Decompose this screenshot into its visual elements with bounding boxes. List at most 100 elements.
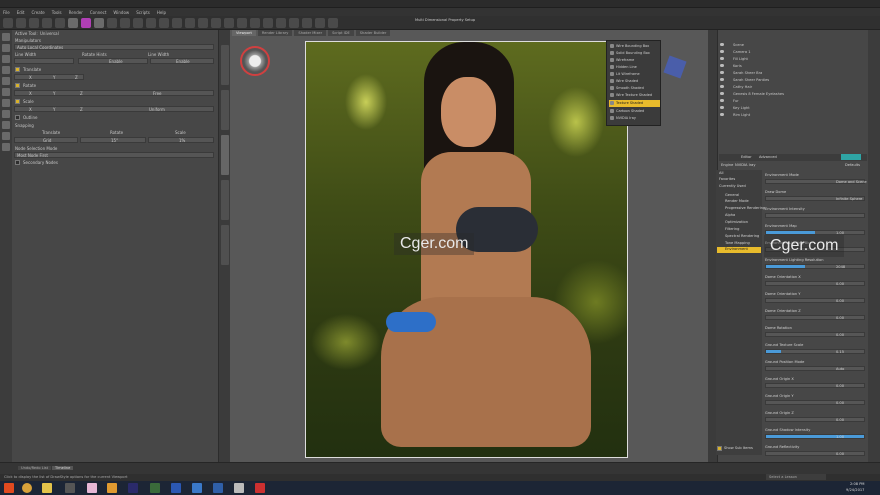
side-tab-5[interactable] xyxy=(221,225,229,265)
camera-icon[interactable] xyxy=(276,17,286,28)
universal-icon[interactable] xyxy=(2,33,10,41)
marvelous-icon[interactable] xyxy=(107,483,117,493)
category-item[interactable]: Currently Used xyxy=(719,184,746,188)
render-property-slider[interactable]: 0.00 xyxy=(765,417,865,422)
enable-toggle-1[interactable]: Enable xyxy=(78,58,148,64)
drawstyle-item[interactable]: Wireframe xyxy=(609,57,660,64)
drawstyle-item[interactable]: NVIDIA Iray xyxy=(609,115,660,122)
render-property-slider[interactable]: 0.00 xyxy=(765,315,865,320)
app-icon[interactable] xyxy=(255,483,265,493)
side-tab-4[interactable] xyxy=(221,180,229,220)
category-item[interactable]: Spectral Rendering xyxy=(725,234,759,238)
new-scene-icon[interactable] xyxy=(3,17,13,28)
rigging-icon[interactable] xyxy=(302,17,312,28)
enable-toggle-2[interactable]: Enable xyxy=(150,58,214,64)
geometry-editor-icon[interactable] xyxy=(198,17,208,28)
scale-checkbox[interactable] xyxy=(15,99,20,104)
folder-icon[interactable] xyxy=(42,483,52,493)
daz-icon[interactable] xyxy=(65,483,75,493)
category-item[interactable]: Tone Mapping xyxy=(725,241,750,245)
universal-tool-icon[interactable] xyxy=(120,17,130,28)
menu-help[interactable]: Help xyxy=(157,10,166,15)
pose-icon[interactable] xyxy=(237,17,247,28)
outlook-icon[interactable] xyxy=(192,483,202,493)
dreamweaver-icon[interactable] xyxy=(150,483,160,493)
iray-icon[interactable] xyxy=(81,17,91,28)
render-property-slider[interactable] xyxy=(765,213,865,218)
word-icon[interactable] xyxy=(171,483,181,493)
drawstyle-item[interactable]: Lit Wireframe xyxy=(609,71,660,78)
drawstyle-item[interactable]: Cartoon Shaded xyxy=(609,108,660,115)
tab-shader-mixer[interactable]: Shader Mixer xyxy=(294,30,327,36)
scene-item[interactable]: Camera 1 xyxy=(719,49,867,55)
line-width-slider[interactable] xyxy=(14,58,74,64)
drawstyle-item-texture-shaded[interactable]: Texture Shaded xyxy=(609,100,660,107)
save-icon[interactable] xyxy=(29,17,39,28)
lesson-select[interactable]: Select a Lesson xyxy=(766,474,826,480)
manipulators-select[interactable]: Auto Local Coordinates xyxy=(14,44,214,50)
translate-checkbox[interactable] xyxy=(15,67,20,72)
category-all[interactable]: All xyxy=(719,171,723,175)
scene-item[interactable]: Rim Light xyxy=(719,112,867,118)
menu-tools[interactable]: Tools xyxy=(52,10,62,15)
outline-checkbox[interactable] xyxy=(15,115,20,120)
scene-item[interactable]: Genesis 8 Female Eyelashes xyxy=(719,91,867,97)
render-property-slider[interactable]: 0.00 xyxy=(765,332,865,337)
render-property-slider[interactable]: 0.15 xyxy=(765,349,865,354)
snap-translate-field[interactable]: Grid xyxy=(14,137,78,143)
light-icon[interactable] xyxy=(2,132,10,140)
drawstyle-item[interactable]: Smooth Shaded xyxy=(609,85,660,92)
render-property-slider[interactable]: Dome and Scene xyxy=(765,179,867,184)
joint-editor-icon[interactable] xyxy=(185,17,195,28)
weight-icon[interactable] xyxy=(2,88,10,96)
open-icon[interactable] xyxy=(16,17,26,28)
region-icon[interactable] xyxy=(315,17,325,28)
chrome-icon[interactable] xyxy=(22,483,32,493)
navigation-gizmo-icon[interactable] xyxy=(240,46,270,76)
camera-icon[interactable] xyxy=(2,121,10,129)
render-property-slider[interactable]: Infinite Sphere xyxy=(765,196,865,201)
menu-file[interactable]: File xyxy=(3,10,10,15)
translate-tool-icon[interactable] xyxy=(133,17,143,28)
menu-edit[interactable]: Edit xyxy=(17,10,25,15)
scene-item[interactable]: Fill Light xyxy=(719,56,867,62)
menu-render[interactable]: Render xyxy=(69,10,83,15)
side-tab-tool-settings[interactable] xyxy=(221,135,229,175)
render-icon[interactable] xyxy=(68,17,78,28)
snap-scale-field[interactable]: 1% xyxy=(148,137,214,143)
drawstyle-item[interactable]: Hidden Line xyxy=(609,64,660,71)
render-property-slider[interactable]: 0.00 xyxy=(765,400,865,405)
render-button[interactable] xyxy=(841,154,861,160)
tab-undo-redo[interactable]: Undo/Redo List xyxy=(18,466,52,470)
render-property-slider[interactable]: 0.00 xyxy=(765,383,865,388)
notepad-icon[interactable] xyxy=(234,483,244,493)
drawstyle-item[interactable]: Wire Shaded xyxy=(609,78,660,85)
snap-rotate-field[interactable]: 15° xyxy=(80,137,146,143)
node-selection-select[interactable]: Most Node First xyxy=(14,152,214,158)
scene-item[interactable]: Key Light xyxy=(719,105,867,111)
tab-shader-builder[interactable]: Shader Builder xyxy=(355,30,391,36)
category-item[interactable]: Render Mode xyxy=(725,199,749,203)
drawstyle-item[interactable]: Wire Bounding Box xyxy=(609,43,660,50)
side-tab-2[interactable] xyxy=(221,90,229,130)
category-item[interactable]: Progressive Rendering xyxy=(725,206,765,210)
category-item[interactable]: Alpha xyxy=(725,213,735,217)
start-icon[interactable] xyxy=(4,483,14,493)
render-property-slider[interactable]: 0.00 xyxy=(765,298,865,303)
scale-axes[interactable]: X Y Z Uniform xyxy=(14,106,214,112)
paint-icon[interactable] xyxy=(328,17,338,28)
menu-scripts[interactable]: Scripts xyxy=(136,10,150,15)
defaults-button[interactable]: Defaults xyxy=(845,163,860,167)
pose-icon[interactable] xyxy=(2,77,10,85)
render-property-slider[interactable]: 2048 xyxy=(765,264,865,269)
menu-window[interactable]: Window xyxy=(113,10,129,15)
zbrush-icon[interactable] xyxy=(87,483,97,493)
scene-item[interactable]: Scene xyxy=(719,42,867,48)
category-item[interactable]: General xyxy=(725,193,739,197)
primitive-icon[interactable] xyxy=(2,143,10,151)
render-property-slider[interactable]: 0.00 xyxy=(765,281,865,286)
photoshop-icon[interactable] xyxy=(128,483,138,493)
scene-item[interactable]: Fur xyxy=(719,98,867,104)
translate-icon[interactable] xyxy=(2,44,10,52)
scene-item[interactable]: Sarah Sheer Panties xyxy=(719,77,867,83)
